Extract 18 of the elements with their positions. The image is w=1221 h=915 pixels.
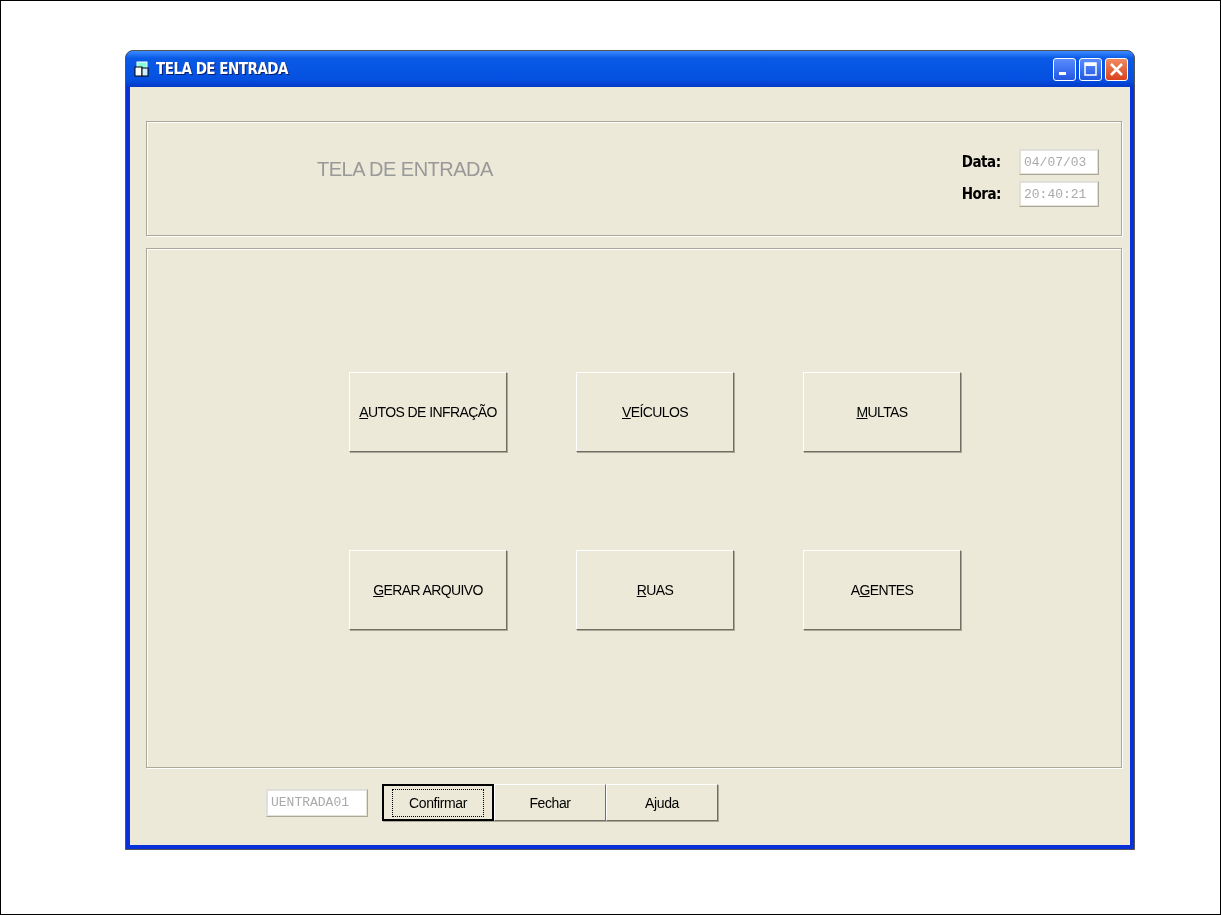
field-label: Data: (961, 153, 1001, 171)
app-icon (134, 61, 150, 77)
maximize-button[interactable] (1079, 57, 1102, 81)
close-button[interactable] (1105, 57, 1128, 81)
menu-button[interactable]: RUAS (576, 550, 734, 630)
dialog-button[interactable]: Fechar (494, 784, 606, 821)
menu-button[interactable]: GERAR ARQUIVO (349, 550, 507, 630)
dialog-button[interactable]: Ajuda (606, 784, 718, 821)
window-title: TELA DE ENTRADA (156, 60, 290, 78)
field-label: Hora: (961, 185, 1001, 203)
menu-button[interactable]: AUTOS DE INFRAÇÃO (349, 372, 507, 452)
form-heading: TELA DE ENTRADA (317, 158, 493, 182)
menu-button[interactable]: VEÍCULOS (576, 372, 734, 452)
menu-button[interactable]: AGENTES (803, 550, 961, 630)
minimize-button[interactable] (1053, 57, 1076, 81)
menu-button[interactable]: MULTAS (803, 372, 961, 452)
dialog-button[interactable]: Confirmar (382, 784, 494, 821)
minimize-icon (1059, 71, 1066, 75)
